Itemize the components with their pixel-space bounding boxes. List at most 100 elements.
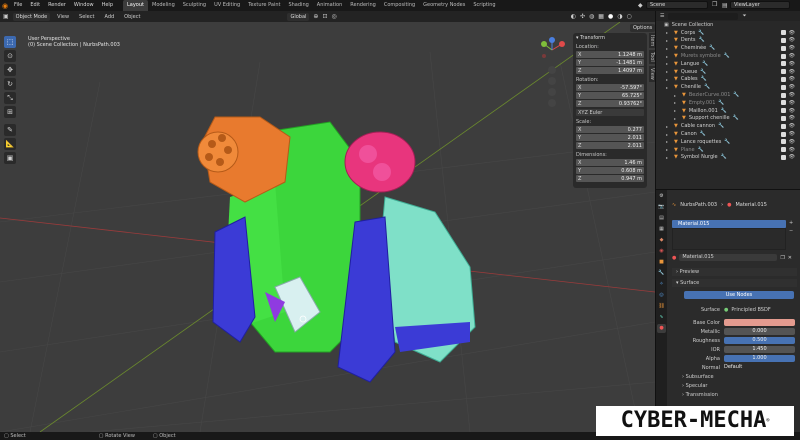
- expand-icon[interactable]: ▸: [666, 85, 668, 90]
- eye-icon[interactable]: 👁: [789, 115, 795, 121]
- options-dropdown[interactable]: Options: [630, 24, 655, 32]
- expand-icon[interactable]: ▸: [666, 124, 668, 129]
- outliner-item[interactable]: ▸ ▼ Canon 🔧 👁: [656, 130, 800, 138]
- outliner-item[interactable]: ▸ ▼ BezierCurve.001 🔧 👁: [656, 91, 800, 99]
- outliner-item[interactable]: ▸ ▼ Chenille 🔧 👁: [656, 83, 800, 91]
- modifier-icon[interactable]: 🔧: [657, 269, 666, 278]
- exclude-checkbox[interactable]: [781, 92, 786, 98]
- menu-window[interactable]: Window: [70, 0, 98, 11]
- eye-icon[interactable]: 👁: [789, 131, 795, 137]
- outliner-item[interactable]: ▸ ▼ Lance roquettes 🔧 👁: [656, 138, 800, 146]
- tab-modeling[interactable]: Modeling: [148, 0, 179, 11]
- snap-icon[interactable]: ⊡: [322, 13, 327, 20]
- tab-scripting[interactable]: Scripting: [469, 0, 499, 11]
- xray-icon[interactable]: ▦: [598, 13, 604, 20]
- preview-panel-header[interactable]: › Preview: [672, 268, 797, 276]
- 3d-viewport[interactable]: User Perspective (0) Scene Collection | …: [0, 22, 655, 432]
- output-icon[interactable]: ▤: [657, 214, 666, 223]
- remove-slot-icon[interactable]: −: [789, 228, 793, 234]
- physics-icon[interactable]: ◎: [657, 291, 666, 300]
- outliner-item[interactable]: ▸ ▼ Dents 🔧 👁: [656, 37, 800, 45]
- tab-geometry-nodes[interactable]: Geometry Nodes: [419, 0, 469, 11]
- scale-z-field[interactable]: Z 2.011: [576, 142, 644, 149]
- expand-icon[interactable]: ▸: [666, 38, 668, 43]
- scale-x-field[interactable]: X 0.277: [576, 126, 644, 133]
- rotation-z-field[interactable]: Z 0.93762°: [576, 100, 644, 107]
- menu-edit[interactable]: Edit: [26, 0, 44, 11]
- outliner-item[interactable]: ▸ ▼ Murets symbole 🔧 👁: [656, 52, 800, 60]
- expand-icon[interactable]: ▸: [666, 147, 668, 152]
- tab-rendering[interactable]: Rendering: [346, 0, 380, 11]
- rotation-mode-dropdown[interactable]: XYZ Euler: [576, 109, 644, 116]
- scene-tab-icon[interactable]: ◆: [657, 236, 666, 245]
- tab-layout[interactable]: Layout: [123, 0, 148, 11]
- rotation-x-field[interactable]: X -57.597°: [576, 84, 644, 91]
- expand-icon[interactable]: ▸: [666, 54, 668, 59]
- surface-panel-header[interactable]: ▾ Surface: [672, 279, 797, 287]
- eye-icon[interactable]: 👁: [789, 45, 795, 51]
- bsdf-input-value[interactable]: Default: [724, 364, 795, 371]
- exclude-checkbox[interactable]: [781, 37, 786, 43]
- blender-logo-icon[interactable]: ◉: [0, 1, 10, 11]
- exclude-checkbox[interactable]: [781, 131, 786, 137]
- location-x-field[interactable]: X 1.1248 m: [576, 51, 644, 58]
- exclude-checkbox[interactable]: [781, 84, 786, 90]
- eye-icon[interactable]: 👁: [789, 147, 795, 153]
- outliner-item[interactable]: ▸ ▼ Empty.001 🔧 👁: [656, 99, 800, 107]
- tab-texture-paint[interactable]: Texture Paint: [244, 0, 284, 11]
- rotate-icon[interactable]: ↻: [4, 78, 16, 90]
- filter-icon[interactable]: ⏷: [742, 13, 746, 19]
- view-layer-selector[interactable]: ViewLayer: [730, 1, 790, 9]
- exclude-checkbox[interactable]: [781, 76, 786, 82]
- specular-subpanel[interactable]: › Specular: [682, 381, 795, 390]
- transform-icon[interactable]: ⊞: [4, 106, 16, 118]
- bsdf-input-value[interactable]: 0.500: [724, 337, 795, 344]
- exclude-checkbox[interactable]: [781, 69, 786, 75]
- expand-icon[interactable]: ▸: [666, 46, 668, 51]
- material-name-field[interactable]: Material.015: [679, 254, 778, 261]
- exclude-checkbox[interactable]: [781, 123, 786, 129]
- move-icon[interactable]: ✥: [4, 64, 16, 76]
- eye-icon[interactable]: 👁: [789, 53, 795, 59]
- eye-icon[interactable]: 👁: [789, 92, 795, 98]
- expand-icon[interactable]: ▸: [666, 61, 668, 66]
- outliner-search-input[interactable]: [668, 12, 739, 20]
- menu-help[interactable]: Help: [98, 0, 117, 11]
- scene-selector[interactable]: Scene: [646, 1, 708, 9]
- outliner-item[interactable]: ▸ ▼ Symbol Nurgle 🔧 👁: [656, 154, 800, 162]
- shading-material-icon[interactable]: ◑: [617, 13, 622, 20]
- select-box-icon[interactable]: ⬚: [4, 36, 16, 48]
- expand-icon[interactable]: ▸: [674, 100, 676, 105]
- cursor-icon[interactable]: ⊙: [4, 50, 16, 62]
- tab-compositing[interactable]: Compositing: [380, 0, 419, 11]
- scene-icon[interactable]: ◆: [638, 2, 643, 9]
- outliner-item[interactable]: ▸ ▼ Cable cannon 🔧 👁: [656, 122, 800, 130]
- rotation-y-field[interactable]: Y 65.725°: [576, 92, 644, 99]
- exclude-checkbox[interactable]: [781, 108, 786, 114]
- eye-icon[interactable]: 👁: [789, 123, 795, 129]
- eye-icon[interactable]: 👁: [789, 108, 795, 114]
- tool-settings-icon[interactable]: ⚙: [657, 192, 666, 201]
- view-layer-icon[interactable]: ▤: [722, 2, 728, 9]
- menu-object[interactable]: Object: [121, 14, 143, 20]
- exclude-checkbox[interactable]: [781, 53, 786, 59]
- location-y-field[interactable]: Y -1.1481 m: [576, 59, 644, 66]
- exclude-checkbox[interactable]: [781, 147, 786, 153]
- transform-title[interactable]: ▾ Transform: [576, 35, 644, 41]
- measure-icon[interactable]: 📐: [4, 138, 16, 150]
- location-z-field[interactable]: Z 1.4097 m: [576, 67, 644, 74]
- exclude-checkbox[interactable]: [781, 139, 786, 145]
- outliner-type-icon[interactable]: ☰: [660, 13, 664, 19]
- exclude-checkbox[interactable]: [781, 100, 786, 106]
- surface-shader-value[interactable]: Principled BSDF: [731, 307, 770, 313]
- tab-sculpting[interactable]: Sculpting: [179, 0, 210, 11]
- bsdf-input-value[interactable]: [724, 319, 795, 326]
- expand-icon[interactable]: ▸: [674, 116, 676, 121]
- tab-uv-editing[interactable]: UV Editing: [210, 0, 244, 11]
- dimensions-x-field[interactable]: X 1.46 m: [576, 159, 644, 166]
- view-layer-tab-icon[interactable]: ▦: [657, 225, 666, 234]
- menu-view[interactable]: View: [54, 14, 72, 20]
- gizmo-icon[interactable]: ✣: [580, 13, 585, 20]
- outliner-item[interactable]: ▸ ▼ Corps 🔧 👁: [656, 29, 800, 37]
- mode-dropdown[interactable]: Object Mode: [12, 12, 51, 21]
